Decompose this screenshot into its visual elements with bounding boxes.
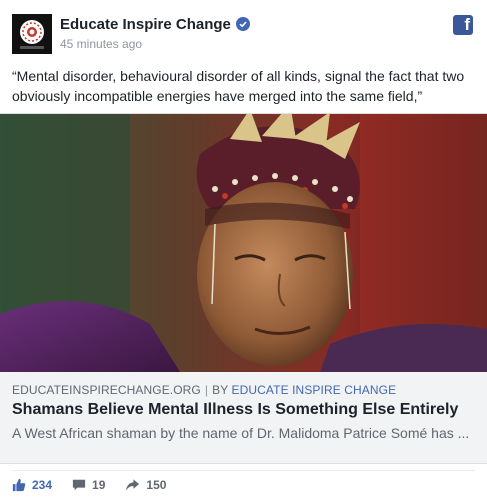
page-avatar[interactable]: [12, 14, 52, 54]
like-count-button[interactable]: 234: [12, 478, 52, 492]
comment-count-button[interactable]: 19: [72, 478, 105, 492]
share-count-button[interactable]: 150: [125, 478, 166, 492]
verified-badge-icon: [236, 17, 250, 31]
link-preview[interactable]: EDUCATEINSPIRECHANGE.ORG | BY EDUCATE INSP…: [0, 113, 487, 464]
footer-divider: [12, 470, 475, 471]
comment-count: 19: [92, 478, 106, 492]
page-logo-icon: [20, 20, 44, 49]
post-actions: 234 19 150: [12, 476, 186, 494]
by-label: BY: [212, 383, 229, 397]
page-name-link[interactable]: Educate Inspire Change: [60, 16, 231, 33]
link-author[interactable]: EDUCATE INSPIRE CHANGE: [232, 383, 397, 397]
thumbs-up-icon: [12, 478, 26, 492]
link-preview-meta[interactable]: EDUCATEINSPIRECHANGE.ORG | BY EDUCATE INSP…: [0, 372, 487, 464]
comment-bubble-icon: [72, 479, 86, 491]
link-description: A West African shaman by the name of Dr.…: [12, 425, 470, 441]
share-count: 150: [146, 478, 167, 492]
shaman-portrait-image: [0, 114, 487, 372]
post-header: Educate Inspire Change 45 minutes ago f: [12, 14, 477, 56]
link-domain: EDUCATEINSPIRECHANGE.ORG: [12, 383, 201, 397]
post-timestamp[interactable]: 45 minutes ago: [60, 37, 142, 51]
facebook-logo-icon[interactable]: f: [453, 15, 473, 35]
share-arrow-icon: [126, 479, 140, 491]
facebook-post-card: Educate Inspire Change 45 minutes ago f …: [0, 0, 487, 503]
link-title[interactable]: Shamans Believe Mental Illness Is Someth…: [12, 401, 458, 419]
post-message: “Mental disorder, behavioural disorder o…: [12, 68, 465, 104]
like-count: 234: [32, 478, 53, 492]
domain-separator: |: [204, 383, 209, 397]
link-preview-image[interactable]: [0, 114, 487, 372]
link-domain-line: EDUCATEINSPIRECHANGE.ORG | BY EDUCATE INSP…: [12, 383, 396, 397]
